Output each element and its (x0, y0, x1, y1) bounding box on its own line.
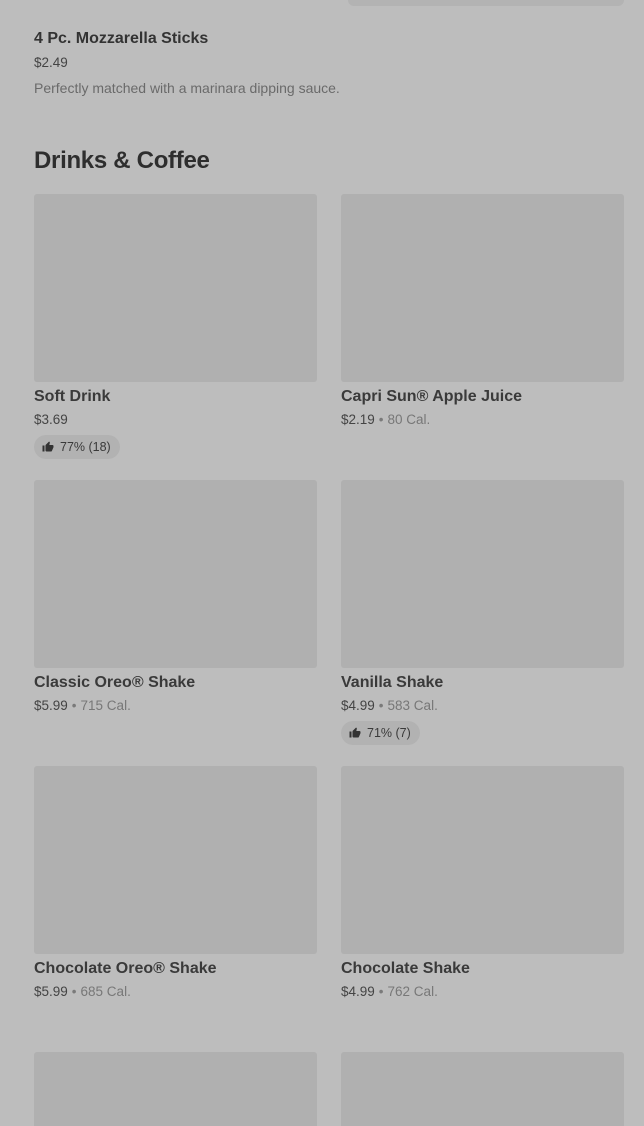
section-title: Drinks & Coffee (34, 147, 210, 174)
separator-dot: • (71, 698, 77, 713)
item-calories: 80 Cal. (387, 412, 431, 427)
menu-item-card[interactable]: Chocolate Oreo® Shake $5.99 • 685 Cal. (34, 766, 317, 1052)
item-image[interactable] (34, 194, 317, 382)
item-name: Vanilla Shake (341, 674, 444, 691)
item-name: Classic Oreo® Shake (34, 674, 196, 691)
item-meta: $2.19 • 80 Cal. (341, 411, 624, 429)
separator-dot: • (378, 698, 384, 713)
item-price: $4.99 (341, 984, 375, 999)
item-price: $4.99 (341, 698, 375, 713)
thumbs-up-icon (349, 727, 361, 738)
item-name: Chocolate Shake (341, 960, 470, 977)
rating-text: 71% (7) (367, 726, 411, 740)
item-price: $3.69 (34, 412, 68, 427)
item-calories: 685 Cal. (80, 984, 131, 999)
item-image[interactable] (341, 1052, 624, 1126)
menu-item-card[interactable] (341, 1052, 624, 1126)
item-image[interactable] (341, 480, 624, 668)
menu-item-card[interactable]: Soft Drink $3.69 77% (18) (34, 194, 317, 480)
separator-dot: • (378, 412, 384, 427)
item-name: Soft Drink (34, 388, 111, 405)
item-price: $5.99 (34, 984, 68, 999)
rating-text: 77% (18) (60, 440, 111, 454)
item-image[interactable] (34, 480, 317, 668)
item-calories: 583 Cal. (387, 698, 438, 713)
item-price: $5.99 (34, 698, 68, 713)
item-price: $2.49 (34, 55, 68, 70)
menu-item-card[interactable] (34, 1052, 317, 1126)
item-name: 4 Pc. Mozzarella Sticks (34, 30, 209, 47)
menu-page: 4 Pc. Mozzarella Sticks $2.49 Perfectly … (0, 0, 644, 1126)
thumbs-up-icon (42, 441, 54, 452)
menu-item-card[interactable]: Capri Sun® Apple Juice $2.19 • 80 Cal. (341, 194, 624, 480)
item-name: Chocolate Oreo® Shake (34, 960, 217, 977)
item-meta: $4.99 • 762 Cal. (341, 983, 624, 1001)
rating-badge: 77% (18) (34, 435, 120, 459)
menu-item-card[interactable]: Vanilla Shake $4.99 • 583 Cal. 71% (7) (341, 480, 624, 766)
item-meta: $4.99 • 583 Cal. (341, 697, 624, 715)
previous-item-image-edge[interactable] (348, 0, 624, 6)
item-image[interactable] (341, 194, 624, 382)
rating-badge: 71% (7) (341, 721, 420, 745)
menu-item-card[interactable]: Classic Oreo® Shake $5.99 • 715 Cal. (34, 480, 317, 766)
separator-dot: • (378, 984, 384, 999)
item-image[interactable] (341, 766, 624, 954)
item-calories: 715 Cal. (80, 698, 131, 713)
item-image[interactable] (34, 766, 317, 954)
menu-item-grid: Soft Drink $3.69 77% (18) Capri Sun® App… (34, 194, 624, 1126)
item-description: Perfectly matched with a marinara dippin… (34, 80, 340, 96)
separator-dot: • (71, 984, 77, 999)
item-name: Capri Sun® Apple Juice (341, 388, 523, 405)
item-meta: $5.99 • 715 Cal. (34, 697, 317, 715)
item-price: $2.19 (341, 412, 375, 427)
menu-item-mozzarella-sticks[interactable]: 4 Pc. Mozzarella Sticks $2.49 Perfectly … (34, 28, 624, 98)
item-meta: $3.69 (34, 411, 317, 429)
item-meta: $5.99 • 685 Cal. (34, 983, 317, 1001)
item-image[interactable] (34, 1052, 317, 1126)
menu-item-card[interactable]: Chocolate Shake $4.99 • 762 Cal. (341, 766, 624, 1052)
item-calories: 762 Cal. (387, 984, 438, 999)
